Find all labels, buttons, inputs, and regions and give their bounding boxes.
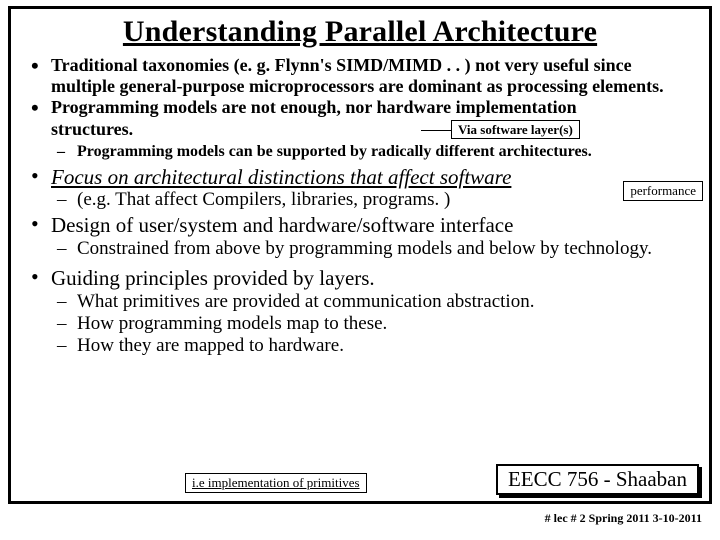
sub-list-5: What primitives are provided at communic… [57, 291, 695, 357]
bullet-2-line1: Programming models are not enough, nor h… [51, 97, 577, 117]
bullet-3-text: Focus on architectural distinctions that… [51, 165, 511, 189]
sub-bullet-3: (e.g. That affect Compilers, libraries, … [57, 189, 695, 211]
course-badge: EECC 756 - Shaaban [496, 464, 699, 495]
sub-bullet-1: Programming models can be supported by r… [57, 142, 695, 161]
bullet-4-text: Design of user/system and hardware/softw… [51, 213, 513, 237]
bullet-2: Programming models are not enough, nor h… [25, 97, 695, 161]
bullet-list: Traditional taxonomies (e. g. Flynn's SI… [25, 55, 695, 357]
callout-implementation: i.e implementation of primitives [185, 473, 367, 493]
bullet-2-line2: structures. [51, 119, 133, 139]
sub-bullet-4: Constrained from above by programming mo… [57, 238, 695, 260]
arrow-line [421, 130, 453, 131]
bullet-5-text: Guiding principles provided by layers. [51, 266, 375, 290]
sub-bullet-5a: What primitives are provided at communic… [57, 291, 695, 313]
slide-frame: Understanding Parallel Architecture Trad… [8, 6, 712, 504]
sub-list-3: (e.g. That affect Compilers, libraries, … [57, 189, 695, 211]
sub-bullet-5b: How programming models map to these. [57, 313, 695, 335]
bullet-1: Traditional taxonomies (e. g. Flynn's SI… [25, 55, 695, 97]
bullet-4: Design of user/system and hardware/softw… [25, 213, 695, 260]
callout-software-layers: Via software layer(s) [451, 120, 580, 139]
footer-meta: # lec # 2 Spring 2011 3-10-2011 [545, 511, 702, 526]
sub-bullet-5c: How they are mapped to hardware. [57, 335, 695, 357]
bullet-5: Guiding principles provided by layers. W… [25, 266, 695, 357]
sub-list-4: Constrained from above by programming mo… [57, 238, 695, 260]
sub-list-1: Programming models can be supported by r… [57, 142, 695, 161]
bullet-3: Focus on architectural distinctions that… [25, 165, 695, 211]
slide-title: Understanding Parallel Architecture [25, 15, 695, 49]
